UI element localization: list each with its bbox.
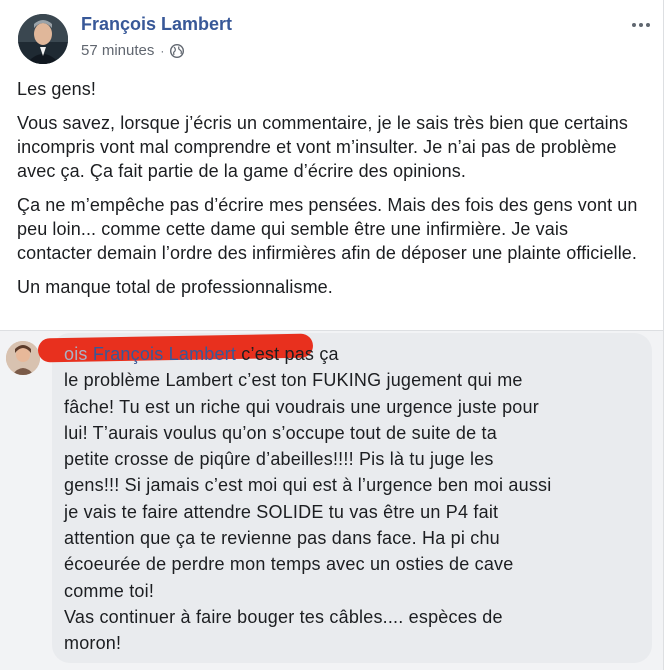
dot-icon: [632, 23, 636, 27]
comment-line: lui! T’aurais voulus qu’on s’occupe tout…: [64, 422, 497, 443]
commenter-name-fragment[interactable]: ois: [64, 344, 88, 364]
post-body: Les gens! Vous savez, lorsque j’écris un…: [17, 77, 647, 309]
comment-line-text: c’est pas ça: [236, 344, 339, 364]
comment-line: le problème Lambert c’est ton FUKING jug…: [64, 370, 523, 391]
mention-link[interactable]: François Lambert: [93, 344, 236, 364]
post-timestamp[interactable]: 57 minutes: [81, 42, 154, 59]
comment-line: fâche! Tu est un riche qui voudrais une …: [64, 396, 539, 417]
post-paragraph: Un manque total de professionnalisme.: [17, 277, 333, 297]
comment-line: ois François Lambert c’est pas ça: [64, 341, 649, 367]
commenter-avatar[interactable]: [6, 341, 40, 375]
meta-separator: ·: [160, 43, 165, 58]
more-options-icon[interactable]: [628, 12, 654, 38]
post-author-name[interactable]: François Lambert: [81, 14, 232, 35]
comment-line: Vas continuer à faire bouger tes câbles.…: [64, 606, 503, 627]
comment-line: écoeurée de perdre mon temps avec un ost…: [64, 554, 514, 575]
comment-line: comme toi!: [64, 580, 155, 601]
globe-icon[interactable]: [170, 43, 185, 58]
comment-text: ois François Lambert c’est pas ça le pro…: [64, 341, 649, 657]
post-paragraph: Les gens!: [17, 79, 96, 99]
comment-line: je vais te faire attendre SOLIDE tu vas …: [64, 501, 499, 522]
comment-line: moron!: [64, 633, 122, 654]
author-avatar[interactable]: [18, 14, 68, 64]
comment-line: petite crosse de piqûre d’abeilles!!!! P…: [64, 449, 494, 470]
comment-line: attention que ça te revienne pas dans fa…: [64, 528, 500, 549]
comment-line: gens!!! Si jamais c’est moi qui est à l’…: [64, 475, 552, 496]
dot-icon: [646, 23, 650, 27]
dot-icon: [639, 23, 643, 27]
post-meta: 57 minutes ·: [81, 42, 185, 59]
post-paragraph: Vous savez, lorsque j’écris un commentai…: [17, 113, 628, 181]
post-paragraph: Ça ne m’empêche pas d’écrire mes pensées…: [17, 195, 638, 263]
post-card: François Lambert 57 minutes · Les gens! …: [0, 0, 664, 330]
